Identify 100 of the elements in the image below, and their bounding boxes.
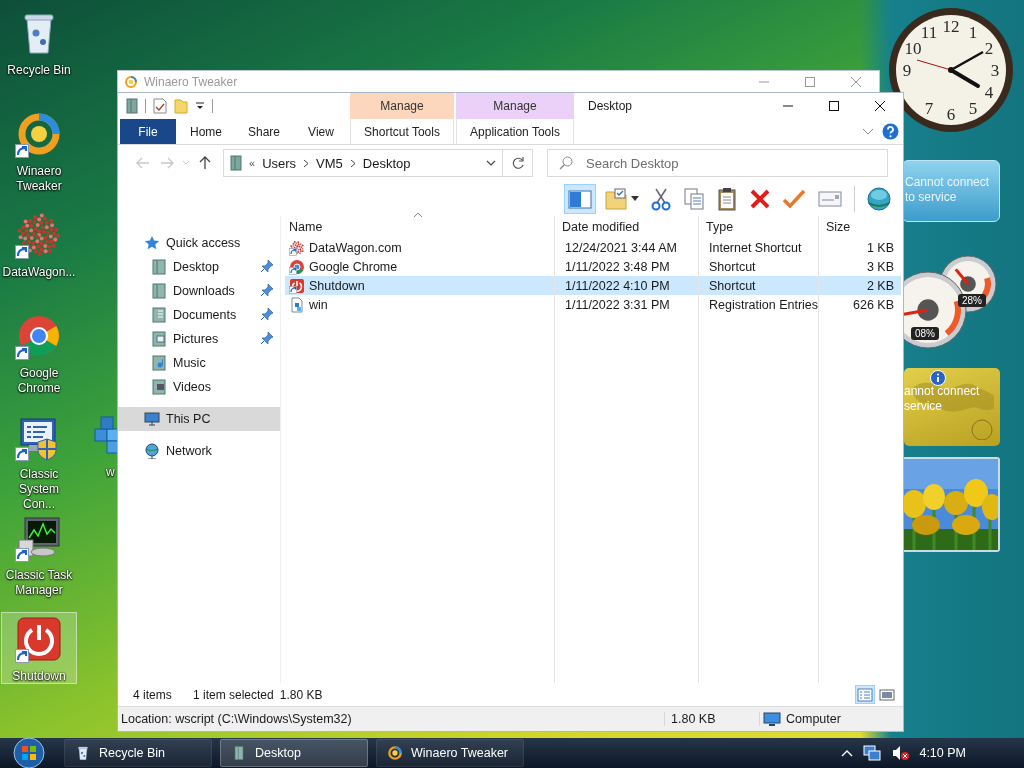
breadcrumb[interactable]: Desktop [362, 155, 411, 171]
nav-item[interactable]: Music [118, 351, 280, 375]
view-button[interactable] [855, 685, 875, 704]
column-header[interactable]: Size [818, 220, 851, 234]
desktop-shortcut[interactable]: Google Chrome [1, 309, 77, 406]
column-header[interactable]: Date modified [554, 220, 640, 234]
nav-item[interactable]: Videos [118, 375, 280, 399]
ribbon-tab[interactable]: File [120, 119, 176, 144]
info-icon [930, 370, 946, 386]
search-icon [559, 156, 573, 170]
search-field[interactable]: Search Desktop [547, 149, 888, 177]
meter-reading: 08% [915, 328, 935, 339]
address-bar[interactable]: « Users VM5 Desktop [223, 149, 503, 177]
pane-icon[interactable] [126, 98, 138, 114]
up-arrow-icon[interactable] [199, 156, 211, 170]
ribbon-tab[interactable]: View [292, 119, 350, 144]
dropdown-icon[interactable] [195, 101, 205, 111]
nav-item[interactable]: Desktop [118, 255, 280, 279]
clock-numeral: 11 [920, 22, 938, 42]
breadcrumb[interactable]: VM5 [316, 155, 343, 171]
star-icon [144, 235, 160, 251]
ribbon-tab[interactable]: Share [236, 119, 292, 144]
nav-item[interactable]: Documents [118, 303, 280, 327]
clock-numeral: 10 [904, 39, 922, 58]
nav-item[interactable]: Network [118, 439, 280, 463]
checklist-icon[interactable] [153, 98, 167, 114]
breadcrumb[interactable]: Users [262, 155, 297, 171]
clock-numeral: 5 [968, 99, 978, 119]
table-cell-text: Internet Shortcut [708, 240, 803, 255]
file-row[interactable]: Google Chrome 1/11/2022 3:48 PM Shortcut 3 KB [285, 257, 901, 276]
copy-icon [683, 186, 705, 211]
table-cell-text: Shortcut [708, 278, 757, 293]
table-cell-text: 1/11/2022 3:31 PM [564, 297, 671, 312]
maximize-icon[interactable] [828, 100, 840, 112]
computer-icon [144, 411, 160, 427]
meter-reading: 28% [962, 295, 982, 306]
clock-numeral: 1 [968, 22, 978, 42]
window-title: Desktop [588, 99, 633, 113]
status-text: Computer [786, 712, 841, 726]
web-file-icon [289, 239, 305, 256]
folder-icon [151, 259, 167, 275]
start-button[interactable] [12, 738, 48, 768]
muted-speaker-icon[interactable] [891, 745, 910, 761]
ribbon-tab[interactable]: Home [176, 119, 236, 144]
table-cell-text: 2 KB [865, 278, 895, 293]
ribbon-tab[interactable]: Application Tools [456, 119, 574, 144]
chevron-icon [303, 158, 310, 168]
checkmark-icon [782, 187, 806, 210]
network-icon[interactable] [863, 745, 882, 761]
recycle-bin-icon [75, 745, 91, 761]
clock-numeral: 9 [902, 61, 912, 80]
taskbar-button[interactable]: Winaero Tweaker [376, 739, 524, 767]
preview-pane-icon [567, 187, 593, 210]
chevron-down-icon[interactable] [486, 159, 496, 167]
nav-item[interactable]: Quick access [118, 231, 280, 255]
chevron-icon [349, 158, 356, 168]
file-name: win [309, 297, 328, 312]
desktop-shortcut[interactable]: Winaero Tweaker [1, 107, 77, 204]
breadcrumb-overflow[interactable]: « [249, 157, 256, 169]
desktop-shortcut[interactable]: DataWagon... [1, 208, 77, 305]
toolbar-button[interactable] [564, 183, 596, 214]
clock-numeral: 3 [990, 61, 1000, 80]
status-text: 1.80 KB [664, 712, 759, 726]
taskbar-button[interactable]: Recycle Bin [64, 739, 212, 767]
power-icon [15, 615, 63, 663]
music-folder-icon [151, 355, 167, 371]
dots-icon [15, 211, 63, 259]
help-icon[interactable] [882, 123, 899, 140]
file-row[interactable]: DataWagon.com 12/24/2021 3:44 AM Internet Shortcut 1 KB [285, 238, 901, 257]
column-header[interactable]: Type [698, 220, 734, 234]
desktop-shortcut[interactable]: Recycle Bin [1, 6, 77, 103]
location-text: Location: wscript (C:\Windows\System32) [121, 712, 352, 726]
caret-icon [631, 196, 639, 201]
taskbar-clock[interactable]: 4:10 PM [919, 746, 966, 760]
refresh-icon[interactable] [510, 156, 525, 170]
context-tab-header: Manage [456, 93, 574, 119]
swirl-icon [387, 745, 403, 761]
folder-icon [231, 745, 247, 761]
file-row[interactable]: win 1/11/2022 3:31 PM Registration Entries 626 KB [285, 295, 901, 314]
nav-item[interactable]: Downloads [118, 279, 280, 303]
video-folder-icon [151, 379, 167, 395]
table-cell-text: 1/11/2022 3:48 PM [564, 259, 671, 274]
nav-item[interactable]: This PC [118, 407, 280, 431]
network-globe-icon [144, 443, 160, 459]
window-title: Winaero Tweaker [144, 75, 238, 89]
ribbon-tab[interactable]: Shortcut Tools [350, 119, 454, 144]
column-header[interactable]: Name [281, 220, 323, 234]
chevron-up-icon[interactable] [841, 749, 854, 757]
file-row[interactable]: Shutdown 1/11/2022 4:10 PM Shortcut 2 KB [285, 276, 901, 295]
table-cell-text: 12/24/2021 3:44 AM [564, 240, 678, 255]
browser-icon [289, 258, 305, 275]
taskbar-button[interactable]: Desktop [220, 739, 368, 767]
status-text: 4 items [133, 687, 173, 702]
status-text: 1 item selected [193, 687, 274, 702]
file-name: Google Chrome [309, 259, 398, 274]
table-cell-text: 3 KB [865, 259, 895, 274]
error-message: service [904, 399, 943, 414]
nav-item[interactable]: Pictures [118, 327, 280, 351]
table-cell-text: 1 KB [865, 240, 895, 255]
close-icon[interactable] [874, 100, 886, 112]
